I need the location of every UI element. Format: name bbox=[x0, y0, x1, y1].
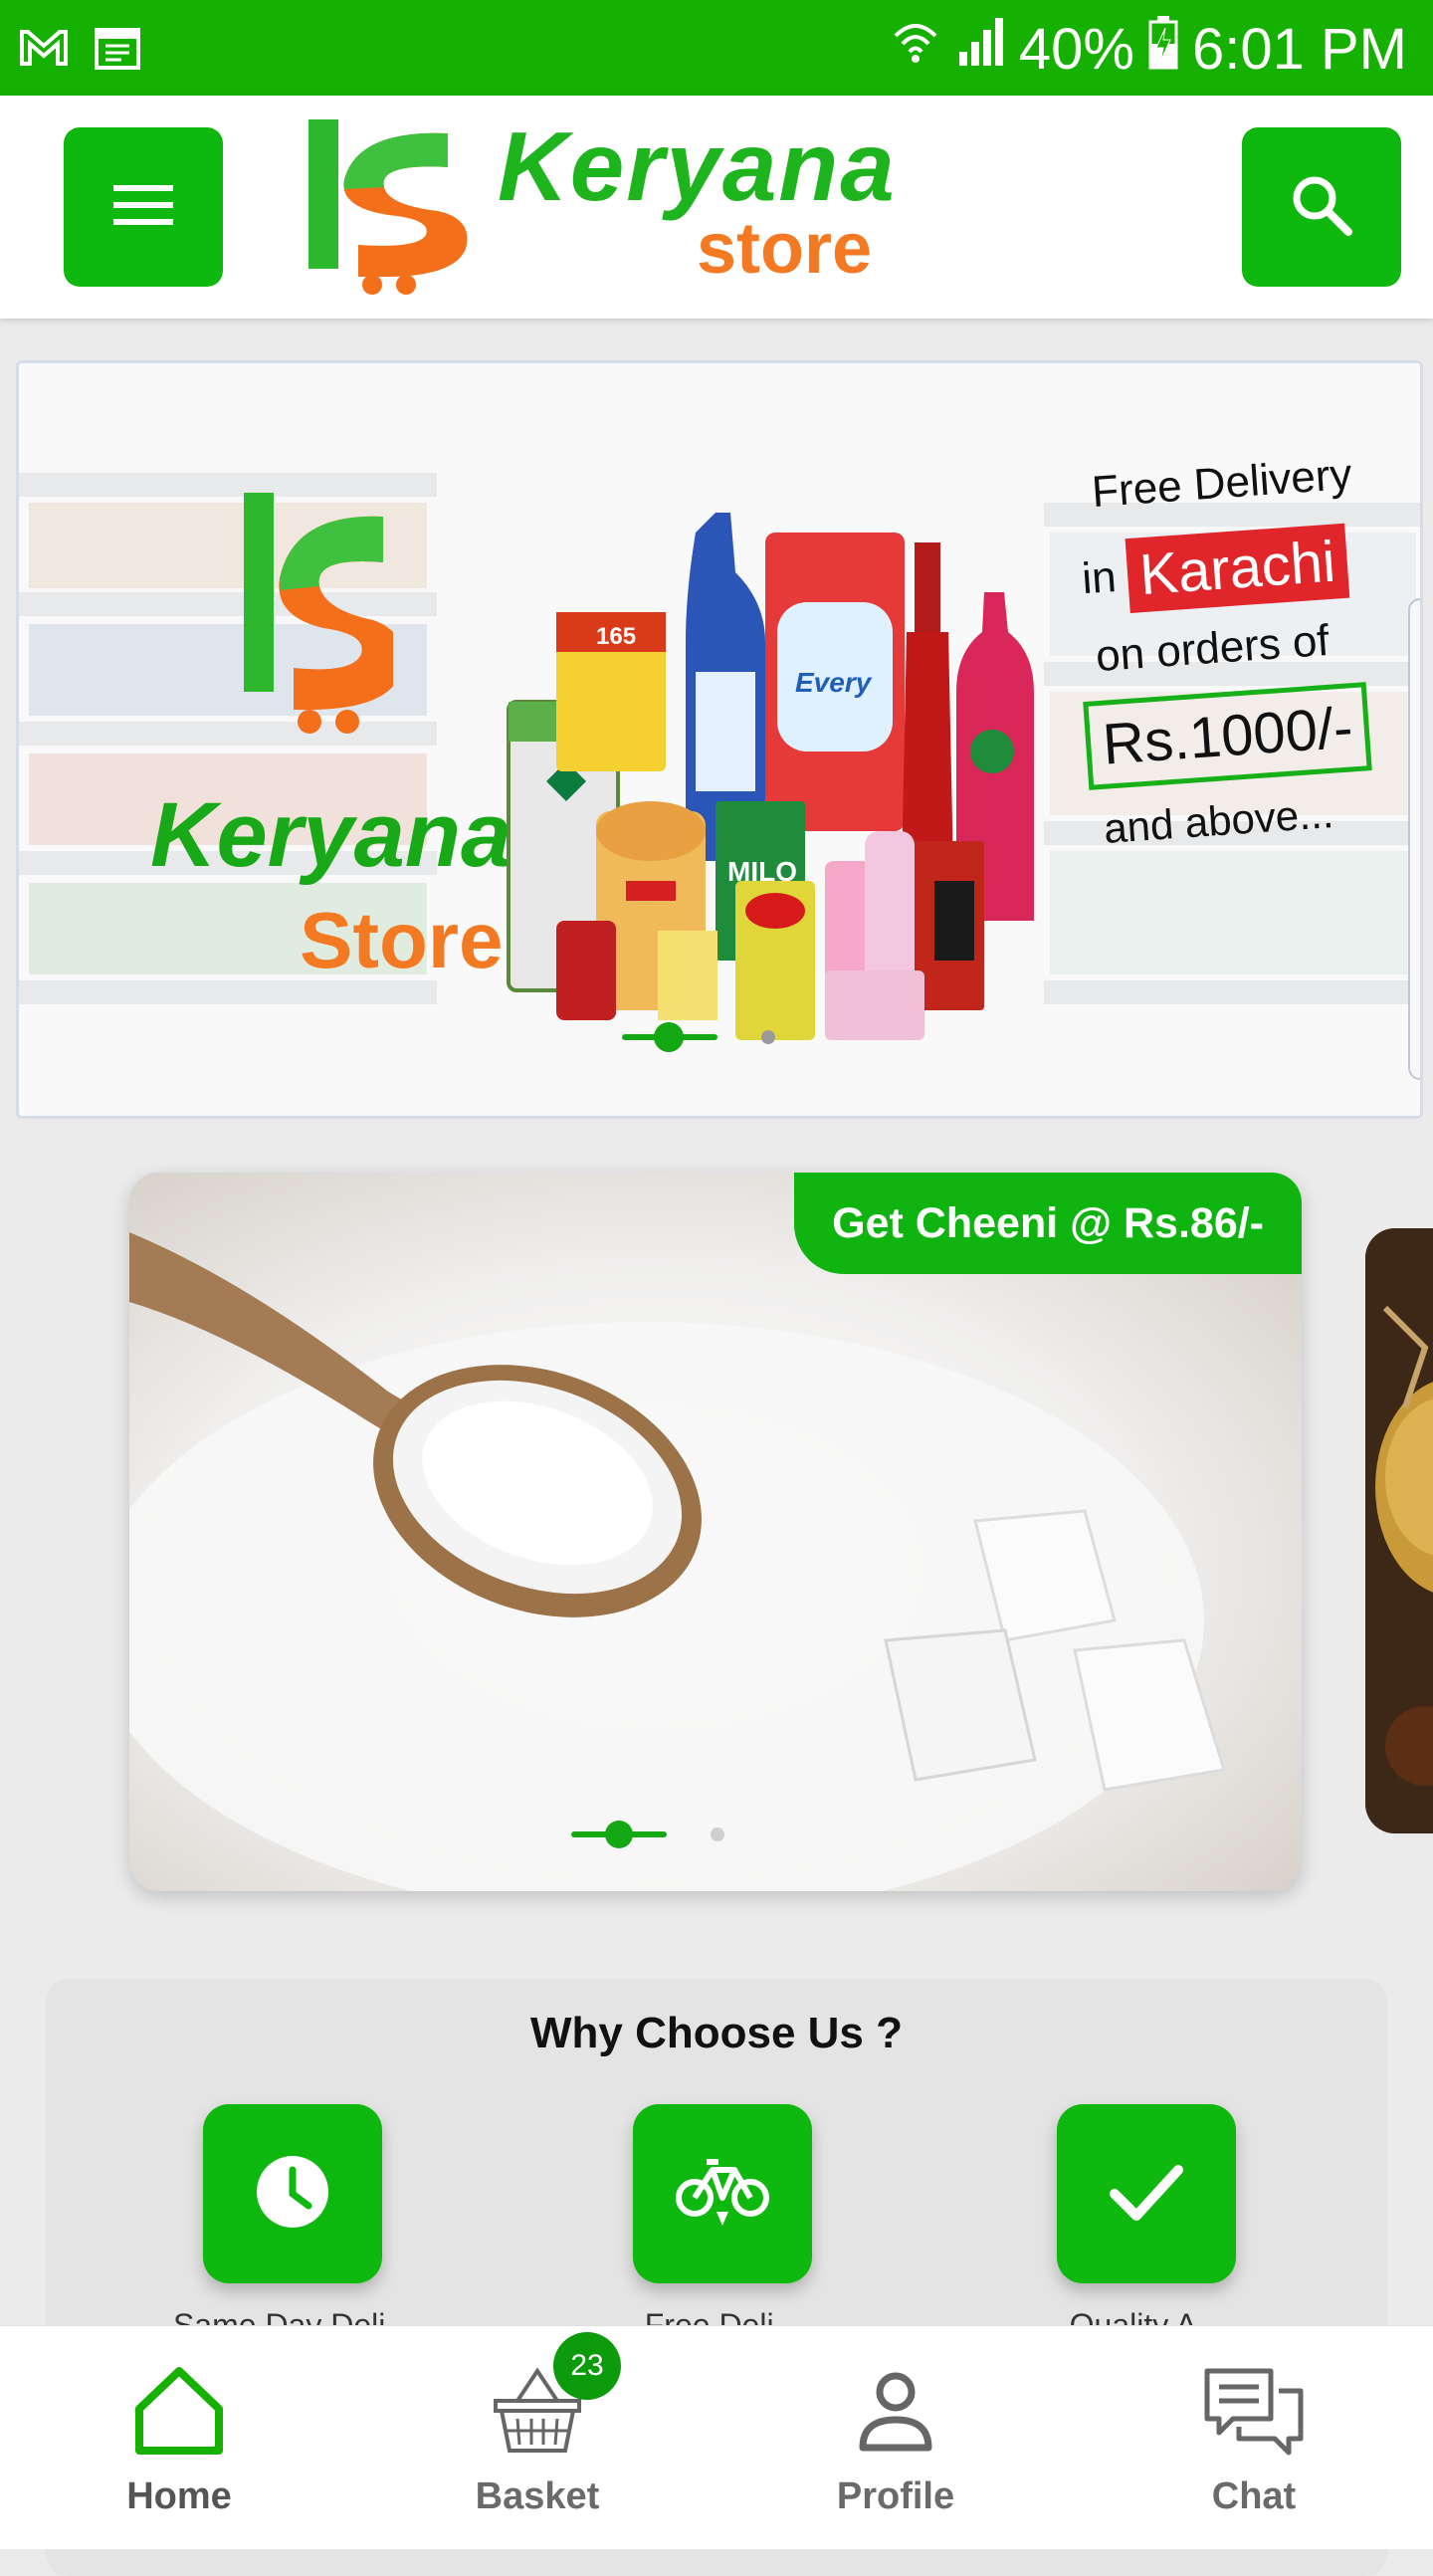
promo-indicator-inactive[interactable] bbox=[711, 1827, 724, 1841]
chat-icon bbox=[1075, 2356, 1433, 2466]
profile-icon bbox=[716, 2356, 1075, 2466]
next-banner-peek bbox=[1408, 598, 1420, 1080]
clock-icon bbox=[253, 2152, 332, 2237]
banner-in-text: in bbox=[1080, 551, 1119, 603]
clock-time: 6:01 PM bbox=[1192, 16, 1407, 82]
gmail-icon bbox=[18, 22, 70, 79]
nav-home[interactable]: Home bbox=[0, 2326, 358, 2549]
banner-logo-store: Store bbox=[300, 896, 504, 984]
menu-button[interactable] bbox=[64, 127, 223, 287]
promo-badge[interactable]: Get Cheeni @ Rs.86/- bbox=[794, 1173, 1302, 1274]
promo-card-cheeni[interactable]: Get Cheeni @ Rs.86/- bbox=[129, 1173, 1302, 1891]
feature-quality-assured[interactable] bbox=[1057, 2104, 1236, 2283]
nav-profile[interactable]: Profile bbox=[716, 2326, 1075, 2549]
spices-image bbox=[1365, 1228, 1433, 1833]
menu-icon bbox=[111, 181, 175, 234]
checkmark-icon bbox=[1107, 2152, 1186, 2237]
banner-city-tag: Karachi bbox=[1125, 523, 1350, 613]
banner-logo-keryana: Keryana bbox=[150, 784, 512, 886]
nav-basket-label: Basket bbox=[475, 2475, 600, 2517]
basket-icon bbox=[358, 2356, 716, 2466]
logo-text-keryana: Keryana bbox=[498, 111, 897, 221]
banner-carousel[interactable]: Keryana Store 165 Every MILO Free Delive bbox=[16, 360, 1423, 1119]
svg-text:165: 165 bbox=[596, 623, 636, 650]
status-bar: 40% 6:01 PM bbox=[0, 0, 1433, 96]
battery-percent: 40% bbox=[1018, 16, 1134, 82]
bottom-navigation: Home 23 Basket Profile Chat bbox=[0, 2325, 1433, 2549]
feature-free-delivery[interactable] bbox=[633, 2104, 812, 2283]
calendar-icon bbox=[92, 22, 143, 79]
why-choose-title: Why Choose Us ? bbox=[529, 2009, 904, 2057]
banner-indicator-knob bbox=[654, 1022, 684, 1052]
promo-indicator-knob bbox=[605, 1821, 633, 1848]
basket-count-badge: 23 bbox=[553, 2332, 621, 2400]
home-icon bbox=[0, 2356, 358, 2466]
app-header: Keryana store bbox=[0, 96, 1433, 319]
logo-text-store: store bbox=[697, 209, 873, 289]
svg-text:Every: Every bbox=[795, 667, 873, 698]
nav-profile-label: Profile bbox=[836, 2475, 955, 2517]
nav-home-label: Home bbox=[126, 2475, 232, 2517]
next-promo-card-peek[interactable] bbox=[1365, 1228, 1433, 1833]
bicycle-icon bbox=[673, 2152, 772, 2237]
nav-chat-label: Chat bbox=[1211, 2475, 1297, 2517]
banner-ks-logo-mark bbox=[244, 493, 393, 734]
search-icon bbox=[1289, 172, 1354, 243]
sugar-image bbox=[129, 1173, 1302, 1891]
banner-indicator-inactive[interactable] bbox=[761, 1030, 775, 1044]
keryana-store-logo: Keryana store bbox=[299, 109, 906, 299]
nav-basket[interactable]: 23 Basket bbox=[358, 2326, 716, 2549]
feature-same-day-delivery[interactable] bbox=[203, 2104, 382, 2283]
battery-charging-icon bbox=[1148, 14, 1178, 84]
nav-chat[interactable]: Chat bbox=[1075, 2326, 1433, 2549]
wifi-icon bbox=[890, 14, 941, 84]
search-button[interactable] bbox=[1242, 127, 1401, 287]
grocery-products-image: 165 Every MILO bbox=[507, 513, 1034, 1040]
signal-icon bbox=[955, 14, 1005, 84]
